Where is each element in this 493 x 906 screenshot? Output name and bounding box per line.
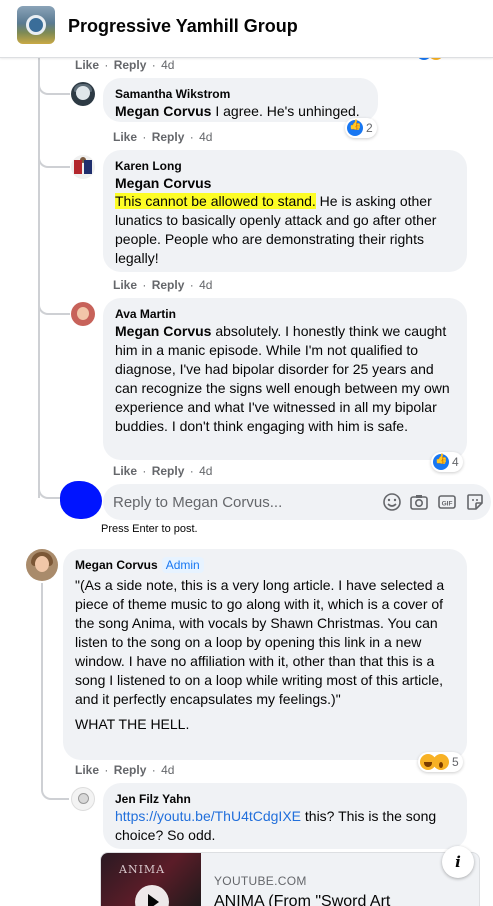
comment-timestamp[interactable]: 4d [199, 464, 212, 478]
link-preview-card[interactable]: ANIMA YOUTUBE.COM ANIMA (From "Sword Art [100, 852, 480, 906]
comment-author[interactable]: Karen Long [115, 158, 455, 174]
group-logo-icon[interactable] [17, 6, 55, 44]
comment-author[interactable]: Ava Martin [115, 306, 455, 322]
comment-text: Megan Corvus I agree. He's unhinged. [115, 103, 360, 119]
thread-connector [41, 780, 69, 800]
comment-bubble: Samantha Wikstrom Megan Corvus I agree. … [103, 78, 378, 122]
camera-icon[interactable] [409, 492, 429, 512]
comment-actions: Like · Reply · 4d [113, 130, 213, 144]
comment-timestamp[interactable]: 4d [199, 278, 212, 292]
reaction-count[interactable]: 5 [418, 752, 463, 772]
like-link[interactable]: Like [113, 278, 137, 292]
thread-connector [38, 75, 70, 95]
comment-text: "(As a side note, this is a very long ar… [75, 577, 445, 707]
comment-author: Megan Corvus Admin [75, 557, 455, 573]
highlighted-text: This cannot be allowed to stand. [115, 193, 316, 209]
like-link[interactable]: Like [75, 763, 99, 777]
admin-badge: Admin [161, 557, 204, 573]
reply-link[interactable]: Reply [152, 278, 185, 292]
comment-actions: Like · Reply · 4d [113, 464, 213, 478]
reply-link[interactable]: Reply [152, 464, 185, 478]
group-header: Progressive Yamhill Group [0, 0, 493, 58]
info-icon[interactable]: i [442, 846, 474, 878]
avatar[interactable] [71, 787, 95, 811]
comment-author[interactable]: Samantha Wikstrom [115, 86, 366, 102]
comment-text: https://youtu.be/ThU4tCdgIXE this? This … [115, 808, 437, 843]
comment-text: Megan Corvus absolutely. I honestly thin… [115, 323, 450, 434]
thread-connector [38, 148, 70, 168]
reaction-count[interactable]: 4 [431, 452, 463, 472]
comment-text: WHAT THE HELL. [75, 716, 190, 732]
like-reaction-icon [433, 454, 449, 470]
redacted-avatar [60, 481, 102, 519]
mention-link[interactable]: Megan Corvus [115, 323, 211, 339]
comment-timestamp[interactable]: 4d [199, 130, 212, 144]
wow-reaction-icon [433, 754, 449, 770]
like-link[interactable]: Like [113, 130, 137, 144]
emoji-icon[interactable] [382, 492, 402, 512]
like-reaction-icon [347, 120, 363, 136]
comment-bubble: Jen Filz Yahn https://youtu.be/ThU4tCdgI… [103, 783, 467, 849]
comment-bubble: Ava Martin Megan Corvus absolutely. I ho… [103, 298, 467, 460]
group-title[interactable]: Progressive Yamhill Group [68, 16, 298, 37]
sticker-icon[interactable] [465, 492, 485, 512]
reply-link[interactable]: Reply [152, 130, 185, 144]
thread-line [38, 58, 40, 498]
comment-actions: Like · Reply · 4d [75, 763, 175, 777]
thread-connector [38, 482, 62, 499]
mention-link[interactable]: Megan Corvus [115, 174, 455, 192]
like-link[interactable]: Like [113, 464, 137, 478]
comment-bubble: Megan Corvus Admin "(As a side note, this… [63, 549, 467, 760]
reaction-count[interactable]: 2 [345, 118, 377, 138]
reply-input[interactable] [113, 484, 373, 520]
preview-title: ANIMA (From "Sword Art [214, 893, 391, 906]
reply-link[interactable]: Reply [114, 763, 147, 777]
reply-link[interactable]: Reply [114, 58, 147, 72]
gif-icon[interactable]: GIF [437, 492, 457, 512]
comment-actions: Like · Reply · 4d [75, 58, 175, 72]
like-link[interactable]: Like [75, 58, 99, 72]
preview-site: YOUTUBE.COM [214, 874, 307, 888]
comment-bubble: Karen Long Megan Corvus This cannot be a… [103, 150, 467, 272]
mention-link[interactable]: Megan Corvus [115, 103, 211, 119]
comment-actions: Like · Reply · 4d [113, 278, 213, 292]
avatar[interactable] [71, 302, 95, 326]
svg-text:GIF: GIF [442, 501, 453, 508]
comment-author[interactable]: Jen Filz Yahn [115, 791, 455, 807]
thread-line [41, 583, 43, 787]
thread-connector [38, 295, 70, 315]
composer-hint: Press Enter to post. [101, 523, 198, 535]
comment-timestamp[interactable]: 4d [161, 58, 174, 72]
comment-text: This cannot be allowed to stand. He is a… [115, 193, 437, 266]
play-icon[interactable] [135, 885, 169, 906]
comment-timestamp[interactable]: 4d [161, 763, 174, 777]
avatar[interactable] [71, 155, 95, 179]
video-thumbnail[interactable]: ANIMA [101, 853, 201, 906]
youtube-link[interactable]: https://youtu.be/ThU4tCdgIXE [115, 808, 301, 824]
avatar[interactable] [26, 549, 58, 581]
reply-composer: GIF [103, 484, 491, 520]
avatar[interactable] [71, 82, 95, 106]
